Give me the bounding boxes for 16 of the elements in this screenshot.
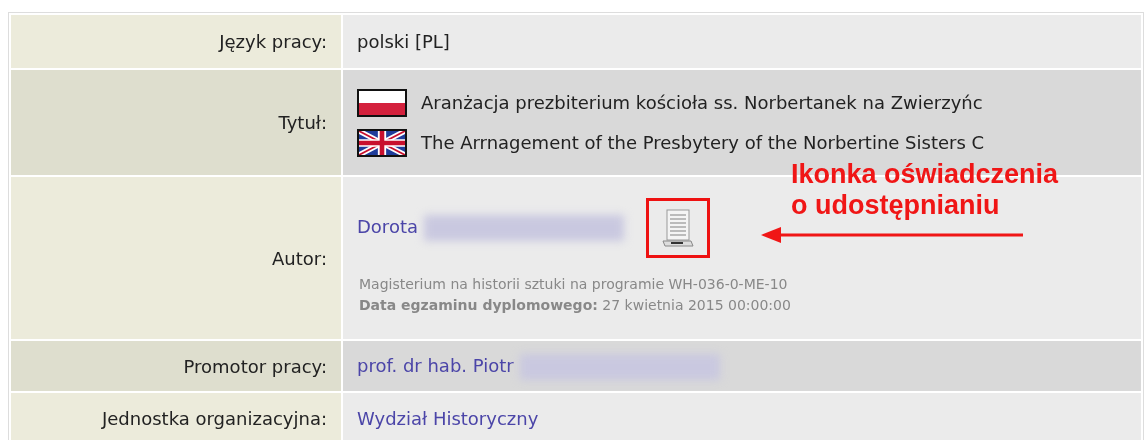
title-text: Aranżacja prezbiterium kościoła ss. Norbertanek na Zwierzyńc — [421, 91, 983, 115]
field-label: Promotor pracy: — [11, 341, 341, 391]
degree-text: Magisterium na historii sztuki na programie WH-036-0-ME-10 — [358, 275, 789, 294]
exam-date-text: Data egzaminu dyplomowego: 27 kwietnia 2015 00:00:00 — [358, 296, 792, 315]
field-label: Jednostka organizacyjna: — [11, 393, 341, 440]
author-link[interactable]: Dorota — [357, 216, 418, 237]
annotation-text: Ikonka oświadczenia — [791, 159, 1059, 190]
field-label: Język pracy: — [11, 15, 341, 68]
annotation-text: o udostępnianiu — [791, 190, 1001, 221]
title-text: The Arrnagement of the Presbytery of the Norbertine Sisters C — [421, 131, 985, 155]
field-label: Autor: — [11, 177, 341, 339]
field-label: Tytuł: — [11, 70, 341, 175]
field-link[interactable]: Wydział Historyczny — [357, 407, 539, 429]
field-link[interactable]: prof. dr hab. Piotr — [357, 355, 514, 376]
document-icon[interactable] — [661, 209, 695, 247]
field-value: polski [PL] — [343, 15, 1141, 68]
